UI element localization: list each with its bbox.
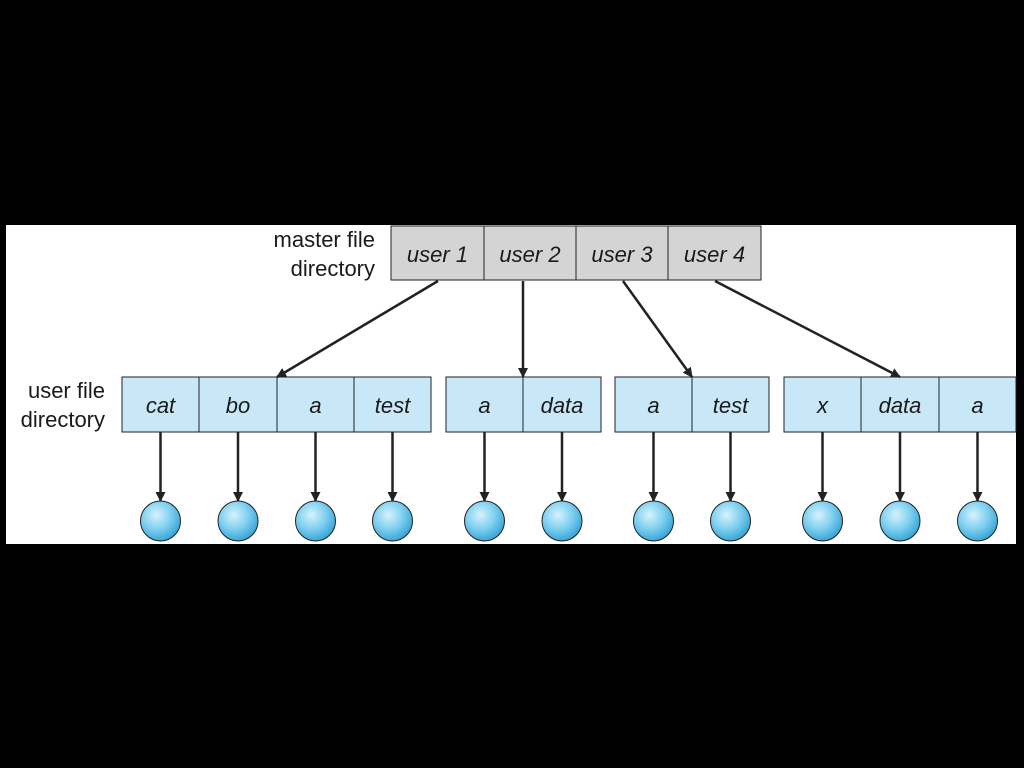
master-entry-label: user 3 [591, 242, 653, 267]
user-file-entry-label: a [478, 393, 490, 418]
user-directory-label-line2: directory [21, 407, 105, 432]
file-node [217, 500, 259, 542]
two-level-directory-diagram: master file directory user file director… [6, 225, 1017, 544]
file-node [295, 500, 336, 542]
file-node [633, 500, 674, 542]
file-node [464, 500, 505, 542]
file-node [710, 500, 751, 542]
file-node [372, 500, 413, 542]
file-node [541, 500, 583, 542]
user-file-entry-label: bo [226, 393, 250, 418]
user-file-entry-label: data [541, 393, 584, 418]
user-file-entry-label: test [713, 393, 749, 418]
user-file-entry-label: a [971, 393, 983, 418]
user-file-entry-label: x [816, 393, 829, 418]
user-file-entry-label: test [375, 393, 411, 418]
user-file-entry-label: a [309, 393, 321, 418]
user-file-entry-label: a [647, 393, 659, 418]
file-node [140, 500, 181, 542]
user-directory-label-line1: user file [28, 378, 105, 403]
user-file-entry-label: data [879, 393, 922, 418]
master-directory-label-line1: master file [274, 227, 375, 252]
file-node [879, 500, 921, 542]
master-entry-label: user 1 [407, 242, 468, 267]
user-file-entry-label: cat [146, 393, 176, 418]
file-node [957, 500, 998, 542]
file-node [802, 500, 843, 542]
master-directory-label-line2: directory [291, 256, 375, 281]
master-entry-label: user 2 [499, 242, 560, 267]
master-entry-label: user 4 [684, 242, 745, 267]
